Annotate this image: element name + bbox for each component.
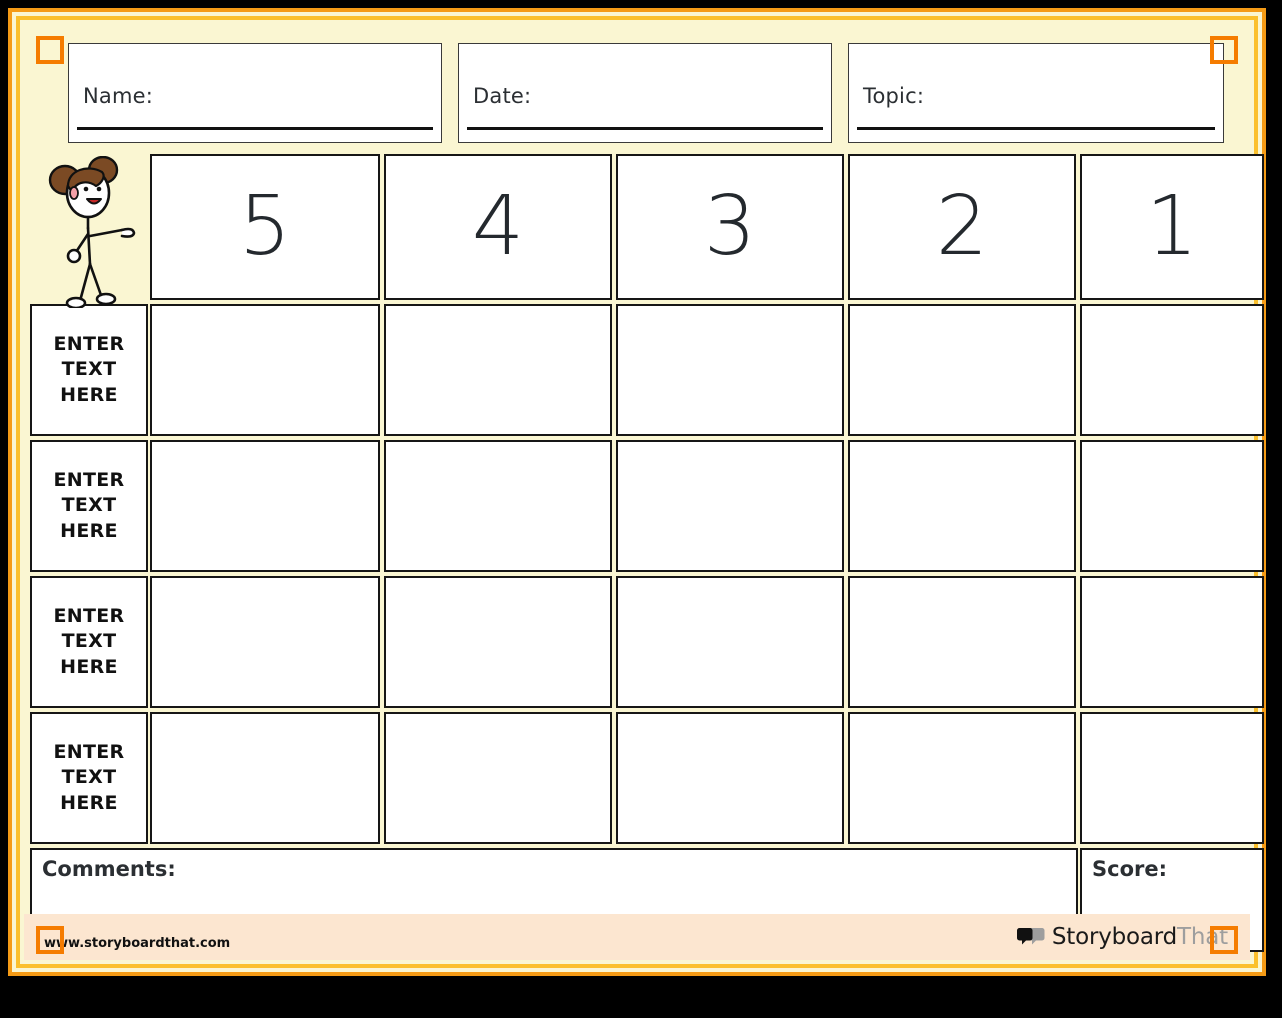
rubric-cell-r4-c1[interactable] [1080, 712, 1264, 844]
corner-square-bottom-left [36, 926, 64, 954]
score-header-4: 4 [384, 154, 612, 300]
criteria-label-1[interactable]: ENTER TEXT HERE [30, 304, 148, 436]
name-field-writing-line [77, 127, 433, 130]
rubric-cell-r1-c5[interactable] [150, 304, 380, 436]
corner-square-top-right [1210, 36, 1238, 64]
worksheet-stage: Name: Date: Topic: 5 4 3 2 1 ENTER TEXT … [20, 20, 1264, 964]
rubric-cell-r4-c5[interactable] [150, 712, 380, 844]
rubric-cell-r3-c4[interactable] [384, 576, 612, 708]
rubric-cell-r4-c3[interactable] [616, 712, 844, 844]
poster-inner-frame: Name: Date: Topic: 5 4 3 2 1 ENTER TEXT … [16, 16, 1264, 968]
logo-wordmark: StoryboardThat [1052, 924, 1228, 950]
date-field[interactable]: Date: [458, 43, 832, 143]
rubric-cell-r2-c4[interactable] [384, 440, 612, 572]
criteria-label-text: ENTER TEXT HERE [53, 469, 125, 542]
criteria-label-3[interactable]: ENTER TEXT HERE [30, 576, 148, 708]
logo-word-primary: Storyboard [1051, 924, 1178, 950]
date-field-label: Date: [473, 84, 532, 108]
rubric-cell-r2-c5[interactable] [150, 440, 380, 572]
criteria-label-2[interactable]: ENTER TEXT HERE [30, 440, 148, 572]
topic-field-label: Topic: [863, 84, 925, 108]
score-header-2: 2 [848, 154, 1076, 300]
header-fields-row: Name: Date: Topic: [68, 43, 1224, 143]
rubric-cell-r2-c1[interactable] [1080, 440, 1264, 572]
score-header-3: 3 [616, 154, 844, 300]
rubric-cell-r1-c1[interactable] [1080, 304, 1264, 436]
footer-bar: www.storyboardthat.com StoryboardThat [24, 914, 1250, 960]
speech-bubbles-icon [1016, 928, 1045, 945]
girl-pointing-illustration [44, 155, 152, 310]
topic-field-writing-line [857, 127, 1215, 130]
name-field[interactable]: Name: [68, 43, 442, 143]
corner-square-top-left [36, 36, 64, 64]
rubric-cell-r3-c5[interactable] [150, 576, 380, 708]
rubric-cell-r3-c3[interactable] [616, 576, 844, 708]
rubric-table: 5 4 3 2 1 ENTER TEXT HERE ENTER TEXT HERE ENTER TEXT… [30, 154, 1264, 952]
rubric-cell-r1-c3[interactable] [616, 304, 844, 436]
topic-field[interactable]: Topic: [848, 43, 1224, 143]
score-label: Score: [1092, 857, 1167, 881]
rubric-cell-r4-c2[interactable] [848, 712, 1076, 844]
storyboardthat-logo[interactable]: StoryboardThat [1016, 922, 1228, 952]
rubric-cell-r3-c2[interactable] [848, 576, 1076, 708]
corner-square-bottom-right [1210, 926, 1238, 954]
worksheet-poster: Name: Date: Topic: 5 4 3 2 1 ENTER TEXT … [8, 8, 1266, 976]
rubric-cell-r2-c3[interactable] [616, 440, 844, 572]
date-field-writing-line [467, 127, 823, 130]
name-field-label: Name: [83, 84, 154, 108]
criteria-label-text: ENTER TEXT HERE [53, 741, 125, 814]
rubric-cell-r1-c2[interactable] [848, 304, 1076, 436]
rubric-cell-r3-c1[interactable] [1080, 576, 1264, 708]
criteria-label-4[interactable]: ENTER TEXT HERE [30, 712, 148, 844]
score-header-5: 5 [150, 154, 380, 300]
rubric-cell-r1-c4[interactable] [384, 304, 612, 436]
criteria-label-text: ENTER TEXT HERE [53, 333, 125, 406]
criteria-label-text: ENTER TEXT HERE [53, 605, 125, 678]
rubric-cell-r2-c2[interactable] [848, 440, 1076, 572]
comments-label: Comments: [42, 857, 176, 881]
score-header-1: 1 [1080, 154, 1264, 300]
website-url[interactable]: www.storyboardthat.com [44, 936, 230, 951]
rubric-cell-r4-c4[interactable] [384, 712, 612, 844]
